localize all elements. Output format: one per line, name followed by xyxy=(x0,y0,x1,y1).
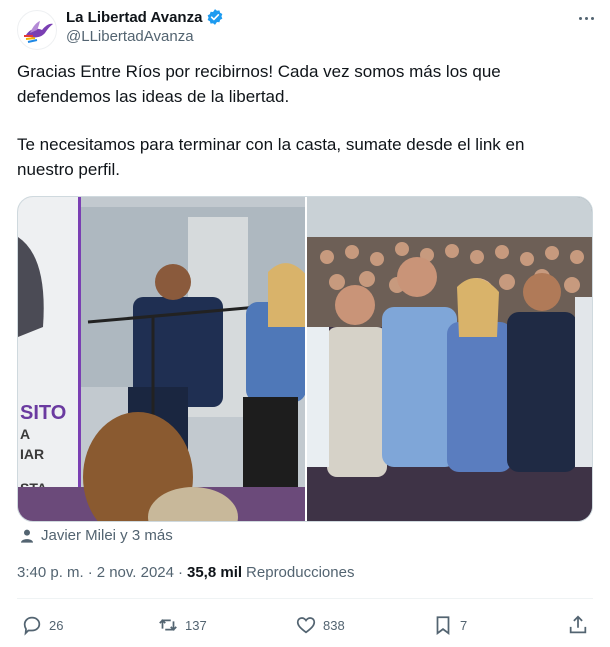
meta-separator: · xyxy=(178,564,183,581)
tweet-paragraph: Te necesitamos para terminar con la cast… xyxy=(17,135,525,179)
banner-text: SITO xyxy=(20,402,66,424)
meta-separator: · xyxy=(87,564,93,581)
reply-count: 26 xyxy=(49,617,64,633)
reply-button[interactable]: 26 xyxy=(21,610,63,640)
dove-logo-icon xyxy=(24,21,53,43)
repost-count: 137 xyxy=(185,617,207,633)
media-grid: SITO A IAR STA xyxy=(17,196,593,522)
display-name[interactable]: La Libertad Avanza xyxy=(66,9,202,26)
banner-text: IAR xyxy=(20,446,44,462)
like-button[interactable]: 838 xyxy=(295,610,345,640)
divider xyxy=(17,598,593,599)
more-options-icon[interactable] xyxy=(575,8,597,28)
name-row: La Libertad Avanza xyxy=(66,8,224,26)
share-icon xyxy=(569,615,587,634)
reply-icon xyxy=(23,616,41,636)
photo-speakers-image: SITO A IAR STA xyxy=(18,197,305,521)
bookmark-icon xyxy=(436,616,450,635)
repost-button[interactable]: 137 xyxy=(157,610,207,640)
handle[interactable]: @LLibertadAvanza xyxy=(66,28,194,45)
person-icon xyxy=(21,529,33,543)
bookmark-button[interactable]: 7 xyxy=(432,610,467,640)
tagged-people[interactable]: Javier Milei y 3 más xyxy=(19,527,173,544)
views-label: Reproducciones xyxy=(246,564,355,581)
views-count: 35,8 mil xyxy=(187,564,243,581)
share-button[interactable] xyxy=(567,610,589,640)
tweet-time[interactable]: 3:40 p. m. xyxy=(17,564,84,581)
tweet-date[interactable]: 2 nov. 2024 xyxy=(97,564,174,581)
tagged-text: Javier Milei y 3 más xyxy=(41,527,173,544)
action-bar: 26 137 838 7 xyxy=(17,610,593,640)
verified-badge-icon xyxy=(208,9,223,25)
tweet-meta: 3:40 p. m. · 2 nov. 2024 · 35,8 mil Repr… xyxy=(17,564,354,581)
photo-group-image xyxy=(307,197,592,521)
like-count: 838 xyxy=(323,617,345,633)
bookmark-count: 7 xyxy=(460,617,468,633)
tweet-header: La Libertad Avanza @LLibertadAvanza xyxy=(17,6,597,50)
repost-icon xyxy=(159,619,177,631)
tweet-text: Gracias Entre Ríos por recibirnos! Cada … xyxy=(17,60,577,182)
avatar[interactable] xyxy=(17,10,57,50)
heart-icon xyxy=(296,617,316,634)
banner-text: A xyxy=(20,426,30,442)
photo-speakers[interactable]: SITO A IAR STA xyxy=(18,197,305,521)
tweet-paragraph: Gracias Entre Ríos por recibirnos! Cada … xyxy=(17,62,501,106)
photo-group[interactable] xyxy=(307,197,592,521)
